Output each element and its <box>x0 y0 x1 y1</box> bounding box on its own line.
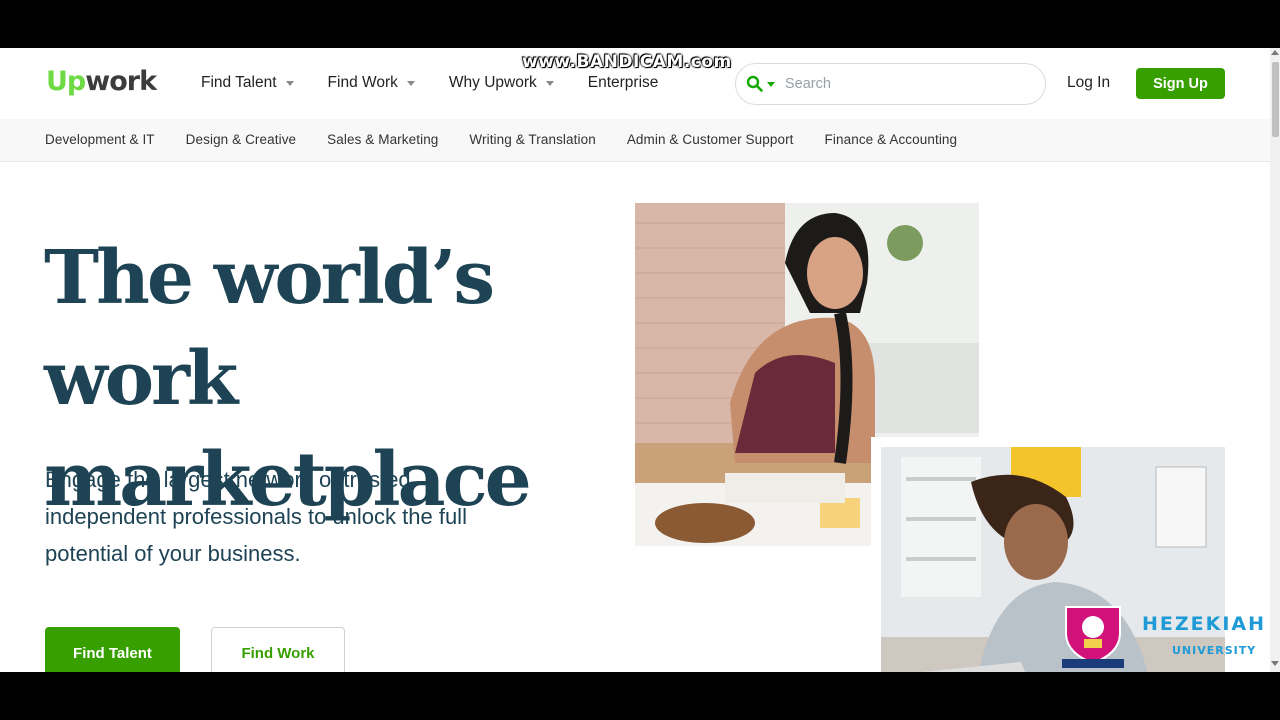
nav-find-work-label: Find Work <box>327 74 398 91</box>
logo-up-text: Up <box>46 66 86 97</box>
category-finance-accounting[interactable]: Finance & Accounting <box>825 132 958 147</box>
category-development-it[interactable]: Development & IT <box>45 132 155 147</box>
recording-watermark: www.BANDICAM.com <box>522 52 732 72</box>
university-crest-logo <box>1060 603 1126 669</box>
chevron-down-icon <box>285 80 294 86</box>
nav-why-upwork-label: Why Upwork <box>448 74 537 91</box>
main-nav: Find Talent Find Work Why Upwork Enterpr… <box>201 74 692 92</box>
nav-enterprise-label: Enterprise <box>587 74 659 91</box>
letterbox-bottom <box>0 672 1280 720</box>
nav-find-work[interactable]: Find Work <box>328 74 415 92</box>
nav-why-upwork[interactable]: Why Upwork <box>449 74 554 92</box>
browser-viewport: Upwork Find Talent Find Work Why Upwork … <box>0 48 1280 672</box>
category-writing-translation[interactable]: Writing & Translation <box>469 132 595 147</box>
login-link[interactable]: Log In <box>1067 74 1110 92</box>
category-list: Development & IT Design & Creative Sales… <box>45 132 988 147</box>
signup-button[interactable]: Sign Up <box>1136 68 1225 99</box>
letterbox-top <box>0 0 1280 48</box>
scroll-up-arrow-icon[interactable] <box>1271 50 1279 55</box>
hero-title-line1: The world’s work <box>44 235 495 422</box>
scrollbar-track[interactable] <box>1270 48 1280 672</box>
logo-work-text: work <box>85 66 157 97</box>
search-icon[interactable] <box>746 75 764 93</box>
search-input[interactable] <box>785 76 1025 92</box>
hero-subtitle: Engage the largest network of trusted in… <box>45 467 467 566</box>
category-bar: Development & IT Design & Creative Sales… <box>0 119 1270 162</box>
find-work-button[interactable]: Find Work <box>211 627 345 672</box>
category-admin-support[interactable]: Admin & Customer Support <box>627 132 794 147</box>
scroll-down-arrow-icon[interactable] <box>1271 661 1279 666</box>
upwork-logo[interactable]: Upwork <box>46 66 157 97</box>
category-sales-marketing[interactable]: Sales & Marketing <box>327 132 438 147</box>
chevron-down-icon <box>406 80 415 86</box>
nav-find-talent-label: Find Talent <box>201 74 277 91</box>
chevron-down-icon <box>545 80 554 86</box>
hero-photo-frame <box>871 437 1225 672</box>
category-design-creative[interactable]: Design & Creative <box>186 132 297 147</box>
search-bar[interactable] <box>735 63 1046 105</box>
university-subtitle: UNIVERSITY <box>1172 644 1257 657</box>
hero-photo-man <box>881 447 1225 672</box>
scrollbar-thumb[interactable] <box>1272 62 1279 137</box>
find-talent-button[interactable]: Find Talent <box>45 627 180 672</box>
university-name: HEZEKIAH <box>1142 613 1267 635</box>
search-type-chevron-icon[interactable] <box>767 81 775 87</box>
nav-find-talent[interactable]: Find Talent <box>201 74 294 92</box>
nav-enterprise[interactable]: Enterprise <box>588 74 659 92</box>
